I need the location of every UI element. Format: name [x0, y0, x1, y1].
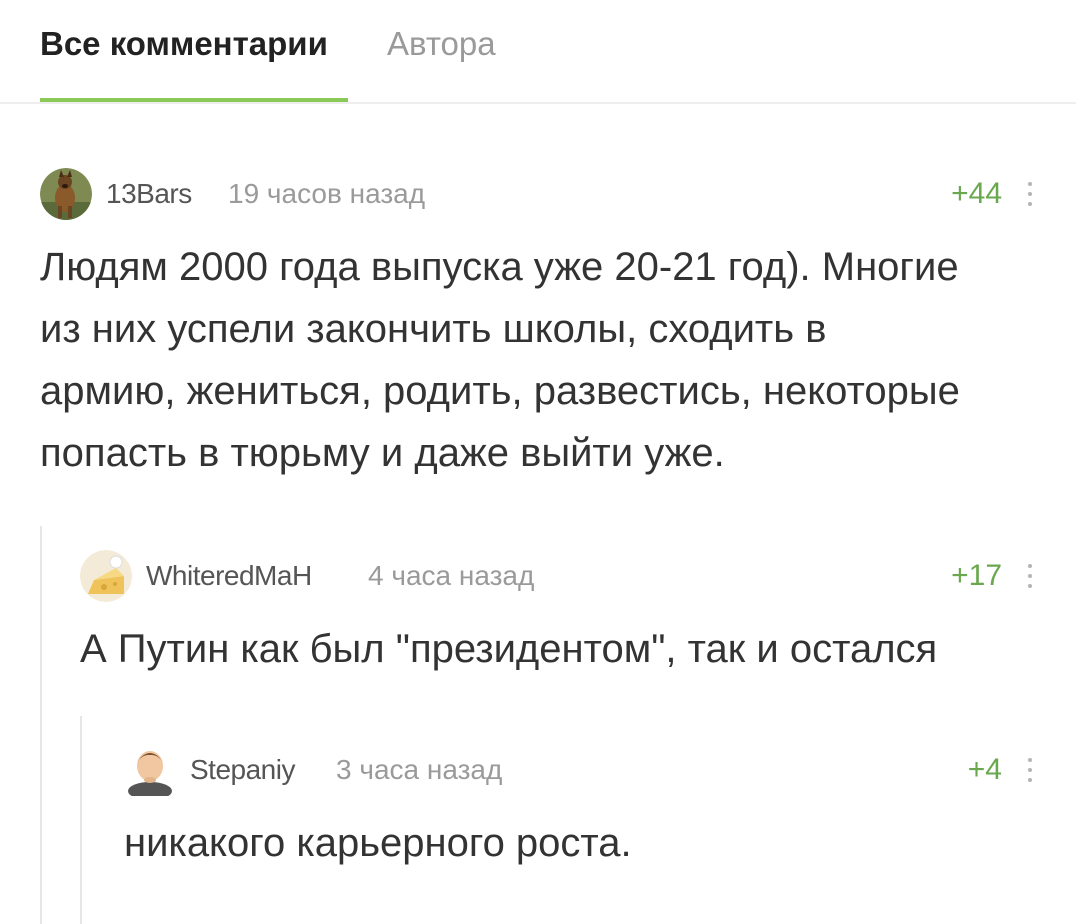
- comment-body: никакого карьерного роста.: [124, 812, 1036, 874]
- comment-header: Stepaniy 3 часа назад +4: [124, 744, 1036, 796]
- tab-all-comments[interactable]: Все комментарии: [40, 22, 328, 66]
- comment-line: А Путин как был "президентом", так и ост…: [80, 627, 938, 671]
- comment-header: 13Bars 19 часов назад +44: [40, 168, 1036, 220]
- user-avatar-icon: [128, 751, 172, 796]
- comment-line: никакого карьерного роста.: [124, 821, 632, 865]
- comment-13bars: 13Bars 19 часов назад +44 Людям 2000 год…: [40, 168, 1036, 488]
- comment-time: 19 часов назад: [228, 178, 426, 209]
- comment-header: WhiteredMaH 4 часа назад +17: [80, 550, 1036, 602]
- comment-time: 4 часа назад: [368, 560, 535, 591]
- more-options-icon[interactable]: [1024, 178, 1036, 210]
- comment-line: Людям 2000 года выпуска уже 20-21 год). …: [40, 245, 959, 289]
- comment-rating: +17: [951, 559, 1002, 592]
- avatar[interactable]: [124, 744, 176, 796]
- dog-avatar-icon: [40, 168, 92, 220]
- comment-time: 3 часа назад: [336, 754, 503, 785]
- author-name[interactable]: Stepaniy: [190, 752, 295, 788]
- more-options-icon[interactable]: [1024, 754, 1036, 786]
- comment-stepaniy: Stepaniy 3 часа назад +4 никакого карьер…: [124, 744, 1036, 874]
- avatar[interactable]: [80, 550, 132, 602]
- author-name[interactable]: WhiteredMaH: [146, 558, 312, 594]
- author-name[interactable]: 13Bars: [106, 176, 192, 212]
- comment-rating: +4: [967, 753, 1002, 786]
- comment-body: А Путин как был "президентом", так и ост…: [80, 618, 1036, 680]
- thread-line-level-1[interactable]: [40, 526, 42, 924]
- comment-body: Людям 2000 года выпуска уже 20-21 год). …: [40, 236, 1036, 484]
- thread-line-level-2[interactable]: [80, 716, 82, 924]
- more-options-icon[interactable]: [1024, 560, 1036, 592]
- active-tab-indicator: [40, 98, 348, 102]
- comment-line: попасть в тюрьму и даже выйти уже.: [40, 431, 725, 475]
- comment-rating: +44: [951, 177, 1002, 210]
- cheese-avatar-icon: [80, 550, 132, 602]
- tab-author[interactable]: Автора: [387, 22, 496, 66]
- comment-whiteredmah: WhiteredMaH 4 часа назад +17 А Путин как…: [80, 550, 1036, 680]
- comment-line: из них успели закончить школы, сходить в: [40, 307, 827, 351]
- comments-tabs: Все комментарии Автора: [0, 0, 1076, 104]
- comment-line: армию, жениться, родить, развестись, нек…: [40, 369, 960, 413]
- avatar[interactable]: [40, 168, 92, 220]
